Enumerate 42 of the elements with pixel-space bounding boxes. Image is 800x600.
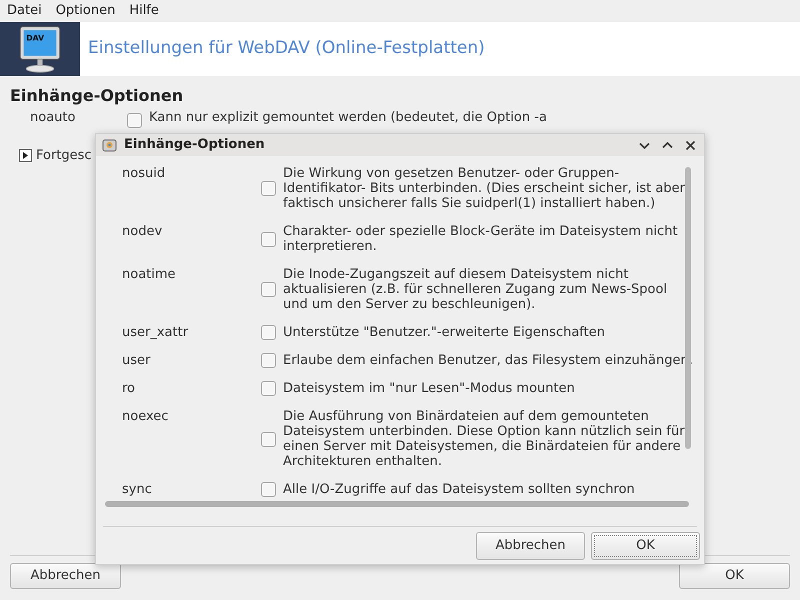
option-label: nosuid bbox=[122, 166, 166, 183]
expander-icon[interactable] bbox=[19, 149, 32, 162]
option-description: Kann nur explizit gemountet werden (bedeutet, die Option -a bbox=[149, 109, 547, 127]
maximize-icon[interactable] bbox=[662, 140, 673, 150]
ok-button[interactable]: OK bbox=[591, 532, 700, 560]
option-label: noatime bbox=[122, 267, 177, 284]
option-description: Alle I/O-Zugriffe auf das Dateisystem sollten synchron bbox=[283, 482, 636, 497]
close-icon[interactable] bbox=[685, 140, 696, 150]
cancel-button[interactable]: Abbrechen bbox=[10, 563, 121, 589]
option-label: noauto bbox=[30, 109, 76, 127]
checkbox[interactable] bbox=[261, 325, 276, 340]
option-label: noexec bbox=[122, 409, 170, 426]
option-label: nodev bbox=[122, 224, 164, 241]
option-description: Erlaube dem einfachen Benutzer, das Filesystem einzuhängen. bbox=[283, 353, 693, 368]
option-description: Dateisystem im "nur Lesen"-Modus mounten bbox=[283, 381, 576, 396]
checkbox[interactable] bbox=[261, 432, 276, 446]
dialog-title: Einhänge-Optionen bbox=[124, 136, 266, 154]
option-description: Die Inode-Zugangszeit auf diesem Dateisystem nicht aktualisieren (z.B. für schnelleren Zugang zum News-Spool und um den Server zu beschleunigen). bbox=[283, 267, 668, 312]
checkbox[interactable] bbox=[261, 232, 276, 246]
horizontal-scrollbar[interactable] bbox=[105, 501, 689, 507]
checkbox[interactable] bbox=[261, 353, 276, 368]
menu-item[interactable]: Datei bbox=[7, 1, 42, 21]
checkbox[interactable] bbox=[261, 381, 276, 396]
cancel-button[interactable]: Abbrechen bbox=[476, 532, 585, 560]
option-label: user_xattr bbox=[122, 325, 190, 340]
checkbox[interactable] bbox=[261, 482, 276, 497]
menu-item[interactable]: Optionen bbox=[56, 1, 116, 21]
option-description: Charakter- oder spezielle Block-Geräte im Dateisystem nicht interpretieren. bbox=[283, 224, 679, 254]
option-description: Die Wirkung von gesetzen Benutzer- oder Gruppen-Identifikator- Bits unterbinden. (Dies erscheint sicher, ist aber faktisch unsicherer falls Sie suidperl(1) installiert haben.) bbox=[283, 166, 686, 211]
ok-button[interactable]: OK bbox=[679, 563, 790, 589]
checkbox[interactable] bbox=[127, 113, 142, 128]
checkbox[interactable] bbox=[261, 282, 276, 297]
checkbox[interactable] bbox=[261, 181, 276, 196]
option-description: Die Ausführung von Binärdateien auf dem gemounteten Dateisystem unterbinden. Diese Option kann nützlich sein für einen Server mit Dateisystemen, die Binärdateien für andere Architekturen enthalten. bbox=[283, 409, 686, 469]
menu-item[interactable]: Hilfe bbox=[129, 1, 159, 21]
option-description: Unterstütze "Benutzer."-erweiterte Eigenschaften bbox=[283, 325, 606, 340]
window-title: Einstellungen für WebDAV (Online-Festplatten) bbox=[88, 37, 485, 60]
option-label: sync bbox=[122, 482, 153, 497]
expander-label[interactable]: Fortgesc bbox=[36, 146, 92, 166]
section-title: Einhänge-Optionen bbox=[9, 85, 184, 106]
option-label: user bbox=[122, 353, 152, 368]
option-label: ro bbox=[122, 381, 136, 396]
